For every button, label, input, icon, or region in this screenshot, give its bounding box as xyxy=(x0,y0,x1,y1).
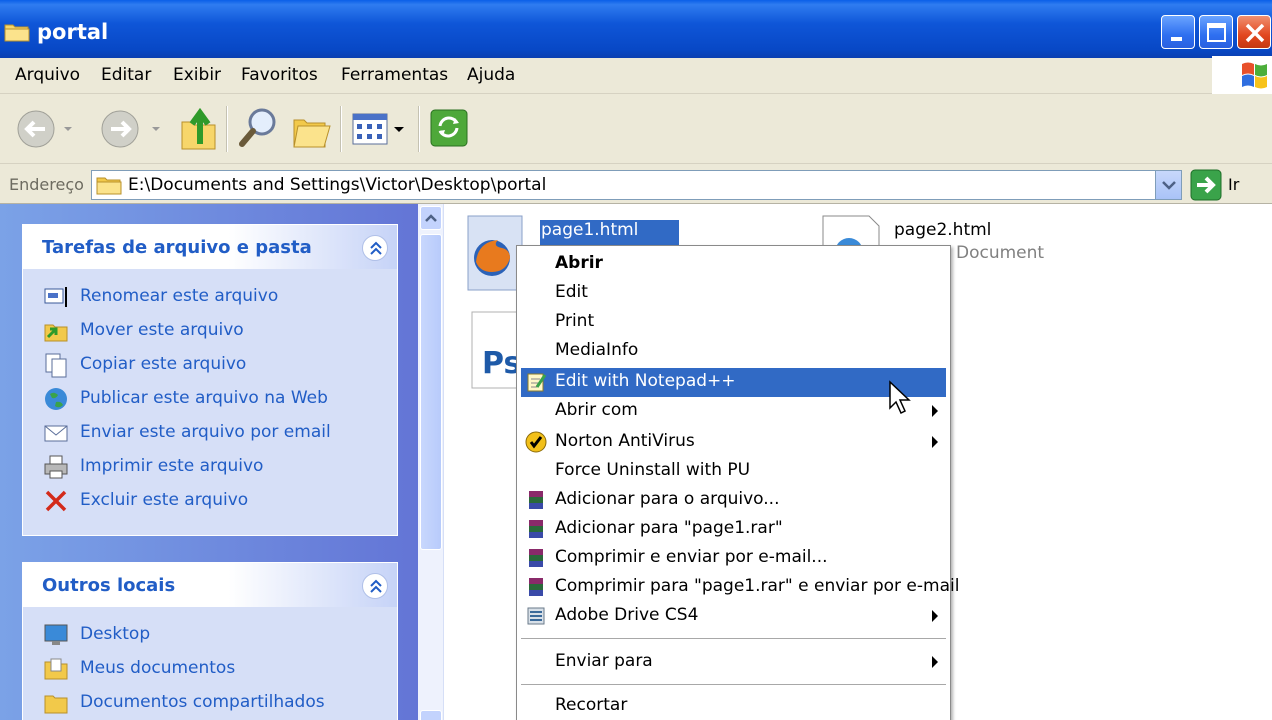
address-dropdown-button[interactable] xyxy=(1155,171,1181,199)
other-places-title: Outros locais xyxy=(42,575,176,596)
chevron-down-icon xyxy=(1162,181,1176,190)
my-documents-icon xyxy=(44,658,68,680)
menu-item-add-rar[interactable]: Adicionar para "page1.rar" xyxy=(521,515,946,544)
window-title: portal xyxy=(37,20,109,44)
double-chevron-up-icon xyxy=(370,579,382,593)
go-arrow-icon[interactable] xyxy=(1190,169,1222,201)
svg-text:Ps: Ps xyxy=(482,346,520,381)
double-chevron-up-icon xyxy=(370,241,382,255)
vertical-scrollbar[interactable] xyxy=(418,204,444,720)
file-tasks-title: Tarefas de arquivo e pasta xyxy=(42,237,312,258)
sync-icon[interactable] xyxy=(428,104,472,154)
maximize-button[interactable] xyxy=(1199,15,1233,49)
submenu-arrow-icon xyxy=(932,405,938,417)
collapse-button[interactable] xyxy=(362,573,388,599)
forward-icon[interactable] xyxy=(98,104,168,154)
up-folder-icon[interactable] xyxy=(178,104,220,154)
scroll-down-button[interactable] xyxy=(420,710,442,720)
shared-folder-icon xyxy=(44,695,68,714)
norton-icon xyxy=(525,431,547,453)
minimize-icon xyxy=(1171,37,1182,41)
menu-item-mediainfo[interactable]: MediaInfo xyxy=(521,337,946,366)
chevron-up-icon xyxy=(425,214,437,222)
scroll-thumb[interactable] xyxy=(420,234,442,550)
minimize-button[interactable] xyxy=(1161,15,1195,49)
submenu-arrow-icon xyxy=(932,656,938,668)
title-bar[interactable]: portal xyxy=(0,0,1272,58)
email-icon xyxy=(44,425,68,442)
menu-exibir[interactable]: Exibir xyxy=(173,65,221,85)
address-path: E:\Documents and Settings\Victor\Desktop… xyxy=(128,175,547,195)
menu-item-edit-notepad[interactable]: Edit with Notepad++ xyxy=(521,368,946,397)
mouse-cursor-icon xyxy=(889,380,911,415)
task-pane: Tarefas de arquivo e pasta Renomear este… xyxy=(0,204,418,720)
file-page1-name[interactable]: page1.html xyxy=(540,220,679,246)
notepad-plus-plus-icon xyxy=(527,373,547,392)
menu-favoritos[interactable]: Favoritos xyxy=(241,65,318,85)
menu-item-recortar[interactable]: Recortar xyxy=(521,692,946,720)
winrar-icon xyxy=(529,520,543,538)
delete-icon xyxy=(45,490,67,512)
address-label: Endereço xyxy=(9,175,84,194)
submenu-arrow-icon xyxy=(932,610,938,622)
menu-item-compress-rar-email[interactable]: Comprimir para "page1.rar" e enviar por … xyxy=(521,573,959,602)
file-tasks-header[interactable]: Tarefas de arquivo e pasta xyxy=(23,225,397,269)
search-icon[interactable] xyxy=(236,104,280,154)
toolbar xyxy=(0,94,1272,164)
menu-item-abrir[interactable]: Abrir xyxy=(521,250,946,279)
other-places-header[interactable]: Outros locais xyxy=(23,563,397,607)
desktop-icon xyxy=(44,624,68,645)
scroll-up-button[interactable] xyxy=(420,206,442,230)
menu-separator xyxy=(521,638,946,640)
folders-icon[interactable] xyxy=(290,104,334,154)
back-icon[interactable] xyxy=(14,104,74,154)
menu-item-force-uninstall[interactable]: Force Uninstall with PU xyxy=(521,457,946,486)
move-icon xyxy=(44,324,68,342)
other-places-panel: Outros locais Desktop Meus documentos Do… xyxy=(22,562,398,720)
rename-icon xyxy=(44,287,67,307)
maximize-icon xyxy=(1207,23,1226,42)
go-button-label[interactable]: Ir xyxy=(1228,175,1239,194)
menu-item-abrir-com[interactable]: Abrir com xyxy=(521,397,946,426)
close-icon xyxy=(1245,23,1265,43)
printer-icon xyxy=(44,455,68,479)
windows-flag-icon xyxy=(1242,62,1267,89)
copy-icon xyxy=(45,353,67,378)
address-bar: Endereço E:\Documents and Settings\Victo… xyxy=(0,164,1272,204)
menu-item-adobe-drive[interactable]: Adobe Drive CS4 xyxy=(521,602,946,631)
address-input[interactable]: E:\Documents and Settings\Victor\Desktop… xyxy=(91,170,1182,200)
folder-icon xyxy=(96,177,122,195)
menu-item-enviar-para[interactable]: Enviar para xyxy=(521,648,946,677)
globe-icon xyxy=(45,388,67,410)
winrar-icon xyxy=(529,578,543,596)
menu-editar[interactable]: Editar xyxy=(101,65,151,85)
menu-ajuda[interactable]: Ajuda xyxy=(467,65,515,85)
photoshop-file-icon: Ps xyxy=(471,311,521,389)
menu-item-edit[interactable]: Edit xyxy=(521,279,946,308)
menu-item-add-archive[interactable]: Adicionar para o arquivo... xyxy=(521,486,946,515)
menu-arquivo[interactable]: Arquivo xyxy=(15,65,80,85)
context-menu: Abrir Edit Print MediaInfo Edit with Not… xyxy=(516,245,959,720)
winrar-icon xyxy=(529,491,543,509)
folder-icon xyxy=(4,24,30,42)
file-tasks-panel: Tarefas de arquivo e pasta Renomear este… xyxy=(22,224,398,536)
menu-item-compress-email[interactable]: Comprimir e enviar por e-mail... xyxy=(521,544,946,573)
views-icon[interactable] xyxy=(350,104,410,154)
menu-separator xyxy=(521,684,946,686)
menu-item-print[interactable]: Print xyxy=(521,308,946,337)
adobe-drive-icon xyxy=(527,607,545,625)
menu-bar: Arquivo Editar Exibir Favoritos Ferramen… xyxy=(0,58,1272,94)
file-page2-name[interactable]: page2.html xyxy=(894,220,991,240)
submenu-arrow-icon xyxy=(932,436,938,448)
collapse-button[interactable] xyxy=(362,235,388,261)
file-photoshop[interactable]: Ps xyxy=(470,310,521,390)
windows-logo xyxy=(1212,56,1272,96)
file-page2-type: Document xyxy=(956,243,1045,263)
close-button[interactable] xyxy=(1237,15,1271,49)
winrar-icon xyxy=(529,549,543,567)
menu-item-norton[interactable]: Norton AntiVirus xyxy=(521,428,946,457)
menu-ferramentas[interactable]: Ferramentas xyxy=(341,65,448,85)
